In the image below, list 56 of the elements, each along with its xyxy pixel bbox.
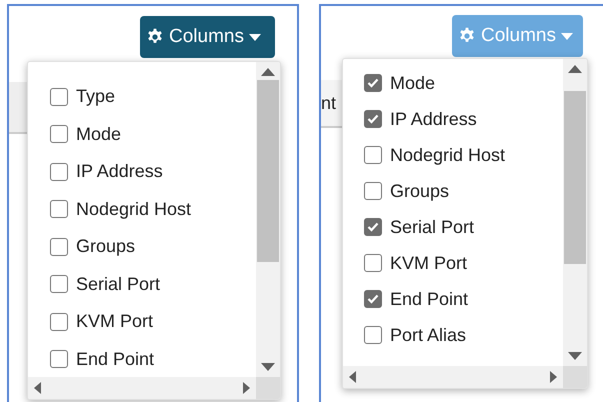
checkbox[interactable]	[364, 74, 382, 92]
scrollbar-thumb[interactable]	[564, 91, 586, 264]
column-option[interactable]: Mode	[50, 116, 256, 153]
column-option[interactable]: IP Address	[50, 153, 256, 190]
columns-button[interactable]: Columns	[140, 16, 275, 58]
checkbox[interactable]	[364, 146, 382, 164]
horizontal-scrollbar[interactable]	[28, 377, 256, 399]
checkbox[interactable]	[50, 350, 68, 368]
scrollbar-thumb[interactable]	[257, 80, 279, 262]
checkbox[interactable]	[50, 88, 68, 106]
column-option[interactable]: Port Alias	[364, 317, 563, 353]
vertical-scrollbar[interactable]	[563, 59, 587, 366]
scroll-down-arrow-icon[interactable]	[568, 352, 582, 360]
column-header: nt	[321, 92, 336, 114]
vertical-scrollbar[interactable]	[256, 62, 280, 377]
checkbox[interactable]	[364, 110, 382, 128]
check-icon	[367, 294, 379, 304]
checkbox[interactable]	[50, 238, 68, 256]
column-option[interactable]: Groups	[364, 173, 563, 209]
column-option[interactable]: KVM Port	[364, 245, 563, 281]
scroll-left-arrow-icon[interactable]	[349, 371, 356, 383]
checkbox[interactable]	[364, 182, 382, 200]
gear-icon	[146, 28, 164, 46]
checkbox[interactable]	[50, 275, 68, 294]
horizontal-scrollbar[interactable]	[343, 366, 563, 388]
column-option[interactable]: End Point	[50, 340, 256, 377]
column-option[interactable]: IP Address	[364, 101, 563, 137]
checkbox[interactable]	[50, 312, 68, 331]
checkbox[interactable]	[364, 290, 382, 308]
caret-icon	[248, 34, 261, 40]
scroll-up-arrow-icon[interactable]	[568, 65, 582, 73]
column-option[interactable]: End Point	[364, 281, 563, 317]
column-option[interactable]: Groups	[50, 228, 256, 266]
scroll-right-arrow-icon[interactable]	[550, 371, 557, 383]
check-icon	[367, 78, 379, 88]
scroll-right-arrow-icon[interactable]	[243, 382, 250, 394]
column-option[interactable]: Nodegrid Host	[364, 137, 563, 173]
checkbox[interactable]	[364, 254, 382, 272]
gear-icon	[458, 27, 476, 45]
scroll-up-arrow-icon[interactable]	[261, 68, 275, 76]
scroll-down-arrow-icon[interactable]	[261, 363, 275, 371]
checkbox[interactable]	[50, 162, 68, 181]
checkbox[interactable]	[364, 218, 382, 236]
checkbox[interactable]	[50, 200, 68, 218]
column-option[interactable]: Mode	[364, 65, 563, 101]
column-option[interactable]: Type	[50, 78, 256, 116]
caret-icon	[560, 32, 573, 40]
checkbox[interactable]	[50, 125, 68, 144]
checkbox[interactable]	[364, 326, 382, 344]
check-icon	[367, 114, 379, 124]
check-icon	[367, 222, 379, 232]
column-option[interactable]: Serial Port	[50, 266, 256, 303]
column-option[interactable]: KVM Port	[50, 303, 256, 340]
scroll-left-arrow-icon[interactable]	[34, 382, 41, 394]
column-option[interactable]: Serial Port	[364, 209, 563, 245]
column-option[interactable]: Nodegrid Host	[50, 190, 256, 228]
